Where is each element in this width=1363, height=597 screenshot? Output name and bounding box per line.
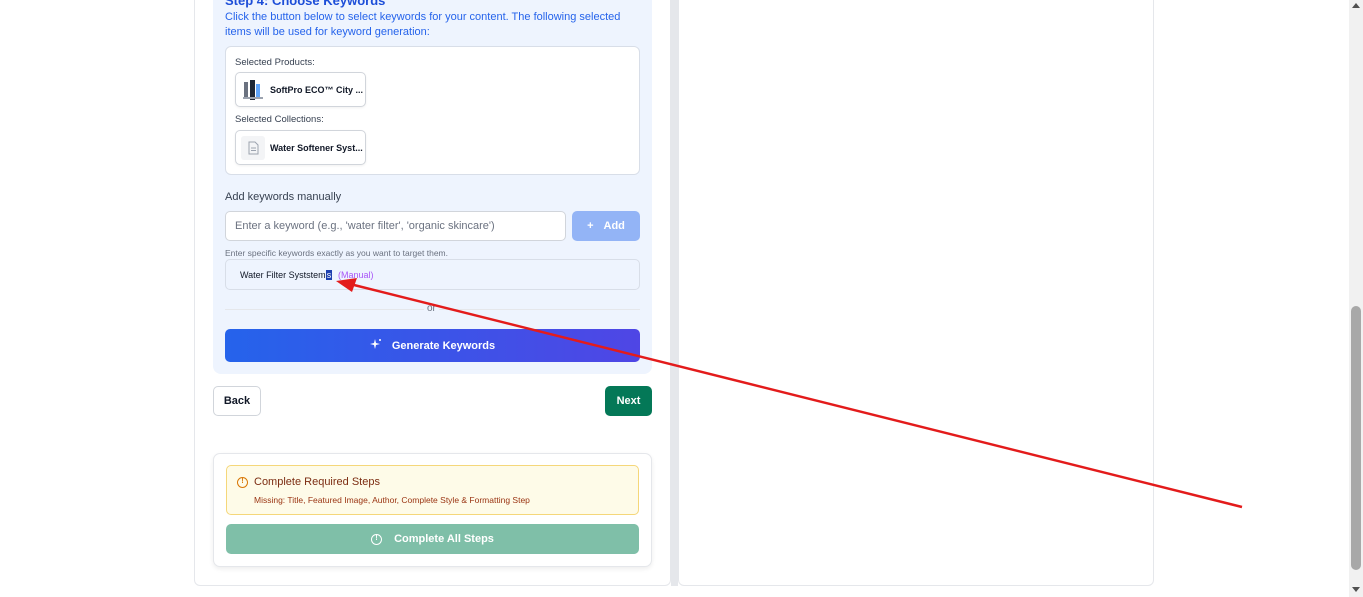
sparkle-icon [369, 338, 382, 353]
step-title: Step 4: Choose Keywords [225, 0, 386, 8]
generate-keywords-button[interactable]: Generate Keywords [225, 329, 640, 362]
scrollbar[interactable] [1349, 0, 1363, 597]
preview-panel [678, 0, 1154, 586]
manual-tag: (Manual) [338, 270, 374, 280]
next-button[interactable]: Next [605, 386, 652, 416]
manual-keyword-text[interactable]: Water Filter Syststem [240, 270, 326, 280]
back-button[interactable]: Back [213, 386, 261, 416]
or-text: or [424, 303, 439, 314]
warning-box: ! Complete Required Steps Missing: Title… [226, 465, 639, 515]
plus-icon: + [587, 220, 594, 232]
complete-all-steps-button[interactable]: ! Complete All Steps [226, 524, 639, 554]
text-cursor: s [325, 270, 333, 280]
scroll-up-arrow-icon[interactable] [1352, 3, 1360, 8]
collection-name: Water Softener Syst... [270, 143, 363, 153]
scroll-thumb[interactable] [1351, 306, 1361, 570]
manual-keyword[interactable]: Water Filter Syststems [240, 270, 333, 280]
selected-collections-label: Selected Collections: [235, 114, 324, 125]
panel-divider[interactable] [671, 0, 678, 586]
step-description: Click the button below to select keyword… [225, 11, 621, 38]
product-thumbnail [241, 78, 265, 102]
selected-products-label: Selected Products: [235, 57, 315, 68]
selected-collection-chip[interactable]: Water Softener Syst... [235, 130, 366, 165]
generate-keywords-label: Generate Keywords [391, 339, 496, 352]
add-keyword-button[interactable]: + Add [572, 211, 640, 241]
complete-all-steps-label: Complete All Steps [394, 533, 494, 545]
manual-keyword-list: Water Filter Syststems (Manual) [225, 259, 640, 290]
keyword-input[interactable] [225, 211, 566, 241]
missing-steps-text: Missing: Title, Featured Image, Author, … [254, 495, 530, 505]
document-icon [241, 136, 265, 160]
alert-icon: ! [371, 533, 383, 545]
add-keyword-label: Add [603, 220, 625, 232]
product-name: SoftPro ECO™ City ... [270, 85, 364, 95]
add-keywords-label: Add keywords manually [225, 191, 342, 203]
keyword-hint: Enter specific keywords exactly as you w… [225, 248, 448, 258]
warning-title: Complete Required Steps [254, 476, 380, 488]
alert-icon: ! [237, 477, 248, 488]
selected-product-chip[interactable]: SoftPro ECO™ City ... [235, 72, 366, 107]
scroll-down-arrow-icon[interactable] [1352, 587, 1360, 592]
